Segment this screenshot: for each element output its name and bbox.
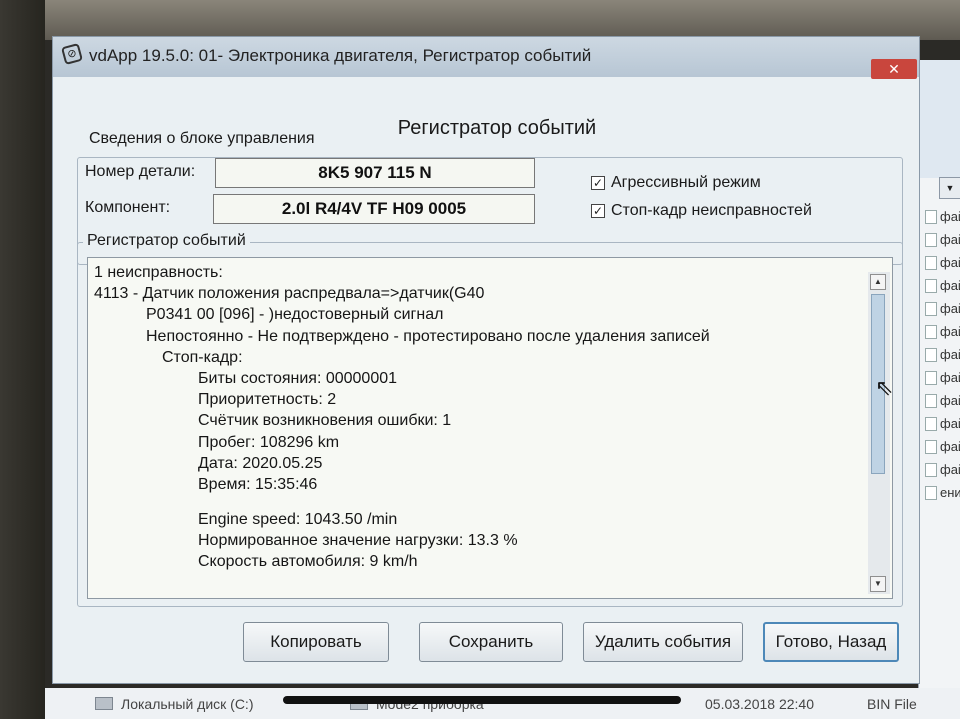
background-list-item-label: файл: [940, 393, 960, 408]
scroll-up-icon[interactable]: ▲: [870, 274, 886, 290]
file-icon: [925, 439, 937, 454]
mouse-pointer-icon: ⇖: [875, 375, 894, 400]
background-list-item-label: файл: [940, 462, 960, 477]
component-label: Компонент:: [85, 199, 171, 216]
background-list-item[interactable]: файл: [919, 251, 960, 274]
event-log-legend: Регистратор событий: [83, 232, 250, 250]
aggressive-mode-checkbox[interactable]: ✓ Агрессивный режим: [591, 174, 761, 192]
background-list-item[interactable]: файл: [919, 366, 960, 389]
file-icon: [925, 324, 937, 339]
background-list-item[interactable]: файл: [919, 274, 960, 297]
event-log-line: P0341 00 [096] - )недостоверный сигнал: [146, 306, 444, 324]
file-date: 05.03.2018 22:40: [705, 696, 814, 712]
event-log-line: Скорость автомобиля: 9 km/h: [198, 553, 418, 571]
background-list-item-label: файл: [940, 255, 960, 270]
done-back-button[interactable]: Готово, Назад: [763, 622, 899, 662]
background-list-item[interactable]: файл: [919, 389, 960, 412]
checkbox-check-icon[interactable]: ✓: [591, 204, 605, 218]
freeze-frame-checkbox[interactable]: ✓ Стоп-кадр неисправностей: [591, 202, 812, 220]
background-explorer-window: ▼ файлфайлфайлфайлфайлфайлфайлфайлфайлфа…: [918, 60, 960, 700]
event-log-line: [94, 495, 862, 509]
file-icon: [925, 416, 937, 431]
event-log-line: Время: 15:35:46: [198, 475, 318, 493]
background-list-item[interactable]: файл: [919, 297, 960, 320]
monitor-bezel-top: [0, 0, 960, 40]
background-list-item-label: файл: [940, 416, 960, 431]
event-log-line: 4113 - Датчик положения распредвала=>дат…: [94, 285, 485, 303]
event-log-line: Биты состояния: 00000001: [198, 369, 398, 387]
part-number-field[interactable]: 8K5 907 115 N: [215, 158, 535, 188]
background-list-item[interactable]: файл: [919, 412, 960, 435]
background-list-item[interactable]: файл: [919, 343, 960, 366]
checkbox-check-icon[interactable]: ✓: [591, 176, 605, 190]
delete-events-button[interactable]: Удалить события: [583, 622, 743, 662]
background-list-item-label: файл: [940, 209, 960, 224]
monitor-bezel-left: [0, 0, 45, 719]
background-combo-arrow-icon[interactable]: ▼: [939, 177, 960, 199]
background-list-item-label: файл: [940, 370, 960, 385]
background-list-item[interactable]: ение: [919, 481, 960, 504]
component-field[interactable]: 2.0l R4/4V TF H09 0005: [213, 194, 535, 224]
file-icon: [925, 255, 937, 270]
background-list-item[interactable]: файл: [919, 320, 960, 343]
control-unit-info-legend: Сведения о блоке управления: [85, 130, 319, 148]
background-list-item-label: файл: [940, 278, 960, 293]
save-button[interactable]: Сохранить: [419, 622, 563, 662]
background-list-item-label: файл: [940, 232, 960, 247]
local-disk-item[interactable]: Локальный диск (C:): [95, 696, 254, 712]
event-log-line: Пробег: 108296 km: [198, 433, 340, 451]
event-log-line: Счётчик возникновения ошибки: 1: [198, 412, 452, 430]
background-list-item-label: файл: [940, 301, 960, 316]
file-icon: [925, 232, 937, 247]
file-icon: [925, 462, 937, 477]
part-number-label: Номер детали:: [85, 163, 196, 180]
window-titlebar[interactable]: ⊘ vdApp 19.5.0: 01- Электроника двигател…: [53, 37, 919, 79]
file-icon: [925, 393, 937, 408]
background-list-item[interactable]: файл: [919, 458, 960, 481]
event-log-line: Engine speed: 1043.50 /min: [198, 511, 398, 529]
window-title: vdApp 19.5.0: 01- Электроника двигателя,…: [89, 46, 592, 65]
background-list-item-label: файл: [940, 439, 960, 454]
background-list-item-label: файл: [940, 324, 960, 339]
event-log-lines: 1 неисправность: 4113 - Датчик положения …: [94, 262, 862, 573]
copy-button[interactable]: Копировать: [243, 622, 389, 662]
background-list-item[interactable]: файл: [919, 228, 960, 251]
close-button[interactable]: ✕: [871, 59, 917, 79]
background-list-item-label: ение: [940, 485, 960, 500]
event-recorder-window: ⊘ vdApp 19.5.0: 01- Электроника двигател…: [52, 36, 920, 684]
event-log-line: Приоритетность: 2: [198, 391, 337, 409]
horizontal-scroll-indicator[interactable]: [283, 696, 681, 704]
background-list-item[interactable]: файл: [919, 205, 960, 228]
background-list-item[interactable]: файл: [919, 435, 960, 458]
file-type: BIN File: [867, 696, 917, 712]
file-icon: [925, 485, 937, 500]
event-log-line: 1 неисправность:: [94, 264, 223, 281]
file-icon: [925, 370, 937, 385]
drive-icon: [95, 697, 113, 710]
event-log-line: Стоп-кадр:: [162, 348, 243, 366]
event-log-line: Дата: 2020.05.25: [198, 454, 323, 472]
file-icon: [925, 209, 937, 224]
event-log-line: Нормированное значение нагрузки: 13.3 %: [198, 532, 518, 550]
file-icon: [925, 278, 937, 293]
background-file-list: файл файл файл файл файл файл файл файл файл файл…: [919, 205, 960, 504]
scroll-down-icon[interactable]: ▼: [870, 576, 886, 592]
background-list-item-label: файл: [940, 347, 960, 362]
file-icon: [925, 347, 937, 362]
file-icon: [925, 301, 937, 316]
event-log-textarea[interactable]: 1 неисправность: 4113 - Датчик положения …: [87, 257, 893, 599]
app-logo-icon: ⊘: [60, 42, 84, 66]
event-log-line: Непостоянно - Не подтверждено - протести…: [146, 327, 710, 345]
event-log-scrollbar[interactable]: ▲ ▼: [868, 272, 890, 594]
